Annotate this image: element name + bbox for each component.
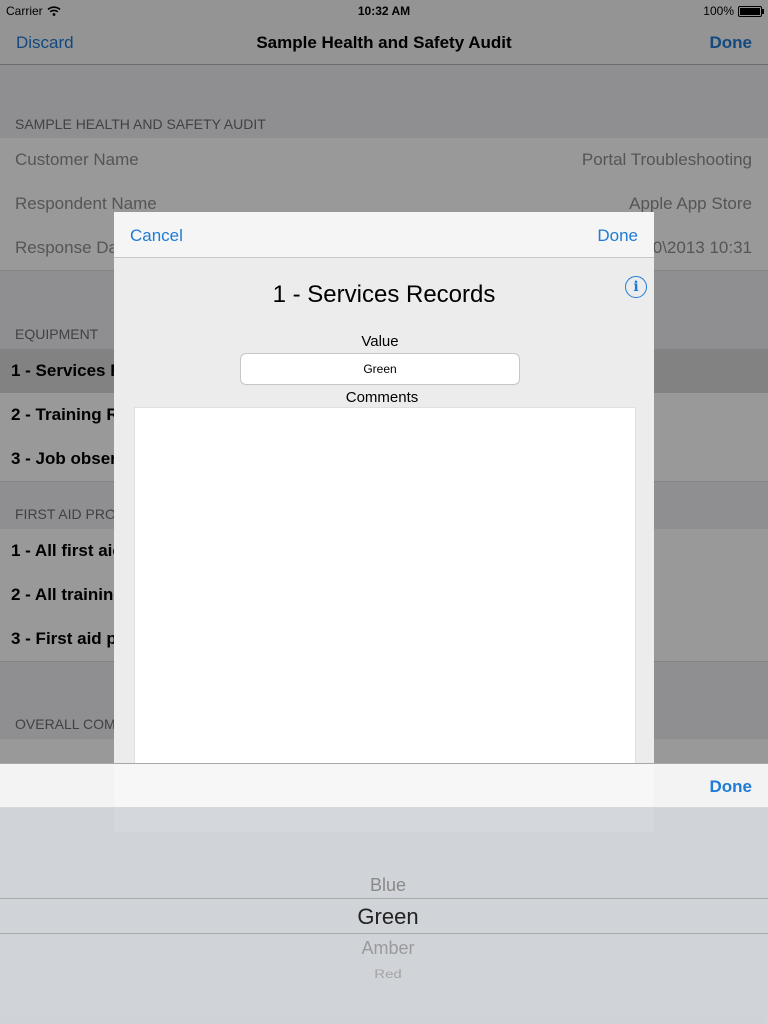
value-label: Value (361, 333, 399, 350)
picker-done-button[interactable]: Done (710, 777, 753, 797)
question-modal: Cancel Done 1 - Services Records i Value… (114, 212, 654, 832)
value-picker[interactable]: Blue Green Amber Red (0, 807, 768, 1024)
value-field[interactable]: Green (240, 353, 520, 385)
cancel-button[interactable]: Cancel (130, 226, 183, 246)
comments-label: Comments (345, 389, 419, 406)
picker-selection-line (0, 933, 768, 934)
modal-done-button[interactable]: Done (597, 226, 638, 246)
picker-option-selected[interactable]: Green (0, 904, 768, 930)
info-icon[interactable]: i (625, 276, 647, 298)
picker-selection-line (0, 898, 768, 899)
picker-option[interactable]: Amber (0, 938, 768, 959)
comments-textarea[interactable] (134, 407, 636, 779)
modal-header: Cancel Done (114, 212, 654, 258)
picker-option[interactable]: Red (0, 968, 768, 982)
picker-option[interactable]: Blue (0, 875, 768, 896)
picker-toolbar: Done (0, 763, 768, 808)
question-title: 1 - Services Records (272, 281, 496, 308)
